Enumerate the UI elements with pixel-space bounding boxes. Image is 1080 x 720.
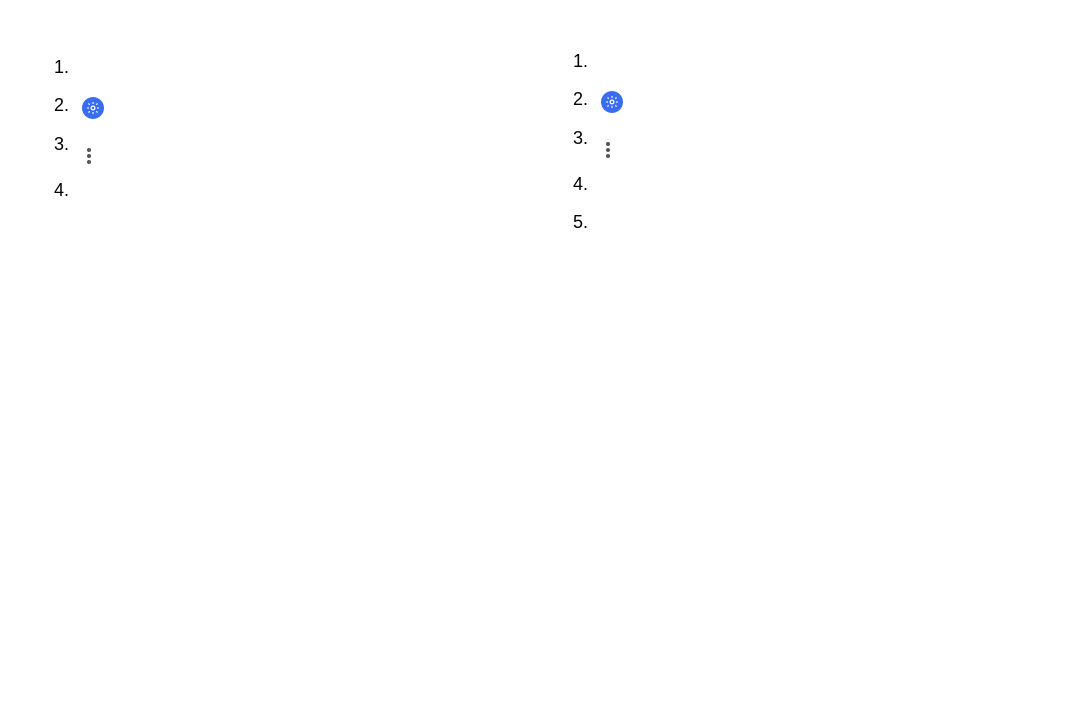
list-item	[74, 54, 521, 80]
list-item	[593, 171, 1040, 197]
list-item	[593, 125, 1040, 159]
list-item	[74, 177, 521, 203]
mount-steps	[34, 54, 521, 203]
page-columns	[34, 34, 1040, 654]
right-column	[553, 34, 1040, 654]
more-options-icon	[82, 147, 96, 165]
left-column	[34, 34, 521, 654]
list-item	[74, 92, 521, 119]
remove-steps	[553, 48, 1040, 235]
settings-gear-icon	[82, 97, 104, 119]
settings-gear-icon	[601, 91, 623, 113]
list-item	[593, 48, 1040, 74]
list-item	[74, 131, 521, 165]
list-item	[593, 86, 1040, 113]
list-item	[593, 209, 1040, 235]
more-options-icon	[601, 141, 615, 159]
